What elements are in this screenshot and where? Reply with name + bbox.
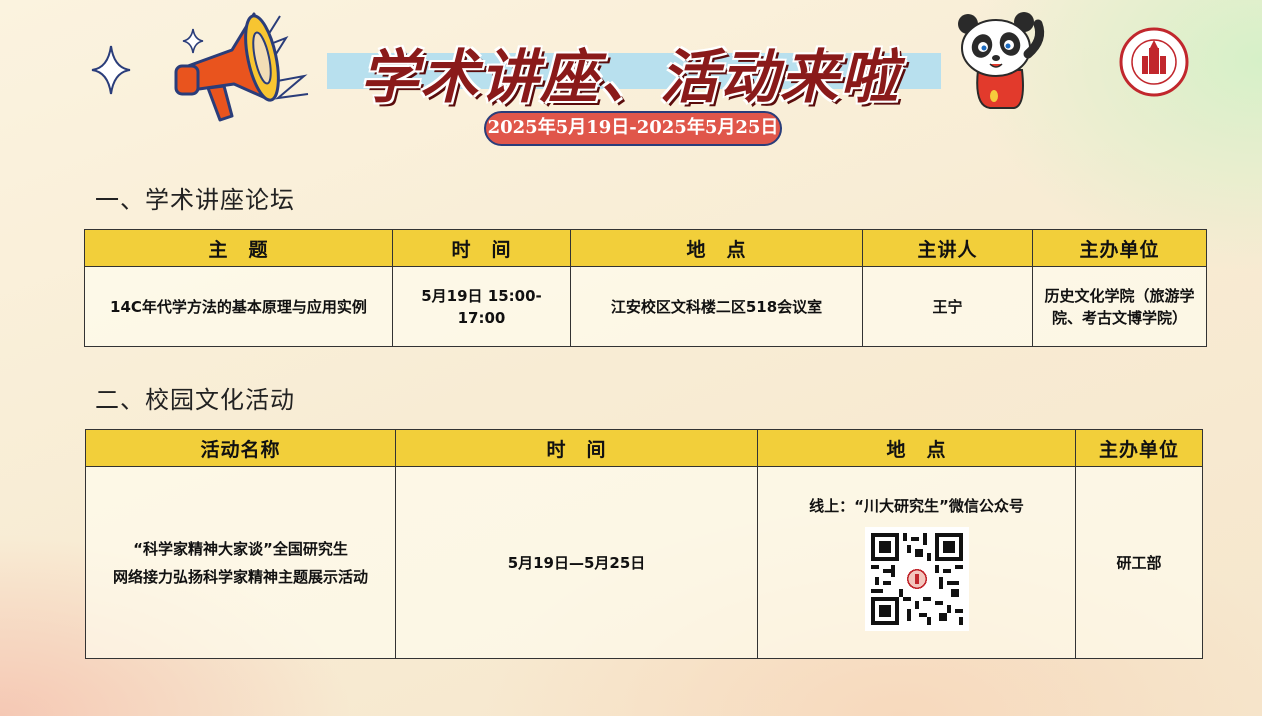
activity-location: 线上：“川大研究生”微信公众号: [757, 466, 1076, 659]
column-header-activity-name: 活动名称: [85, 429, 396, 467]
activity-time: 5月19日—5月25日: [395, 466, 758, 659]
table-header-row: 活动名称 时 间 地 点 主办单位: [85, 429, 1203, 467]
section-title-lectures: 一、学术讲座论坛: [95, 186, 295, 214]
column-header-topic: 主 题: [84, 229, 393, 267]
activity-name-line1: “科学家精神大家谈”全国研究生: [133, 539, 348, 558]
column-header-time: 时 间: [395, 429, 758, 467]
section-title-activities: 二、校园文化活动: [95, 386, 295, 414]
activity-organizer: 研工部: [1075, 466, 1203, 659]
column-header-organizer: 主办单位: [1075, 429, 1203, 467]
activity-location-text: 线上：“川大研究生”微信公众号: [809, 496, 1024, 515]
lecture-time: 5月19日 15:00-17:00: [392, 266, 571, 347]
table-row: “科学家精神大家谈”全国研究生 网络接力弘扬科学家精神主题展示活动 5月19日—…: [85, 466, 1203, 659]
lecture-topic: 14C年代学方法的基本原理与应用实例: [84, 266, 393, 347]
qr-code-icon: [864, 526, 969, 631]
lecture-location: 江安校区文科楼二区518会议室: [570, 266, 863, 347]
lecture-table: 主 题 时 间 地 点 主讲人 主办单位 14C年代学方法的基本原理与应用实例 …: [84, 229, 1207, 347]
column-header-time: 时 间: [392, 229, 571, 267]
sparkle-icon: [91, 45, 131, 95]
table-header-row: 主 题 时 间 地 点 主讲人 主办单位: [84, 229, 1207, 267]
column-header-location: 地 点: [757, 429, 1076, 467]
column-header-speaker: 主讲人: [862, 229, 1033, 267]
university-seal-icon: [1119, 27, 1189, 97]
megaphone-icon: [174, 12, 309, 122]
activity-name-line2: 网络接力弘扬科学家精神主题展示活动: [112, 567, 368, 586]
lecture-organizer: 历史文化学院（旅游学院、考古文博学院）: [1032, 266, 1207, 347]
column-header-location: 地 点: [570, 229, 863, 267]
page-title: 学术讲座、活动来啦: [359, 43, 900, 111]
panda-mascot-icon: [958, 12, 1045, 109]
table-row: 14C年代学方法的基本原理与应用实例 5月19日 15:00-17:00 江安校…: [84, 266, 1207, 347]
activity-name: “科学家精神大家谈”全国研究生 网络接力弘扬科学家精神主题展示活动: [85, 466, 396, 659]
lecture-speaker: 王宁: [862, 266, 1033, 347]
header-banner: 学术讲座、活动来啦 2025年5月19日-2025年5月25日: [0, 0, 1262, 160]
column-header-organizer: 主办单位: [1032, 229, 1207, 267]
activity-table: 活动名称 时 间 地 点 主办单位 “科学家精神大家谈”全国研究生 网络接力弘扬…: [85, 429, 1203, 659]
date-range-badge: 2025年5月19日-2025年5月25日: [484, 111, 782, 146]
